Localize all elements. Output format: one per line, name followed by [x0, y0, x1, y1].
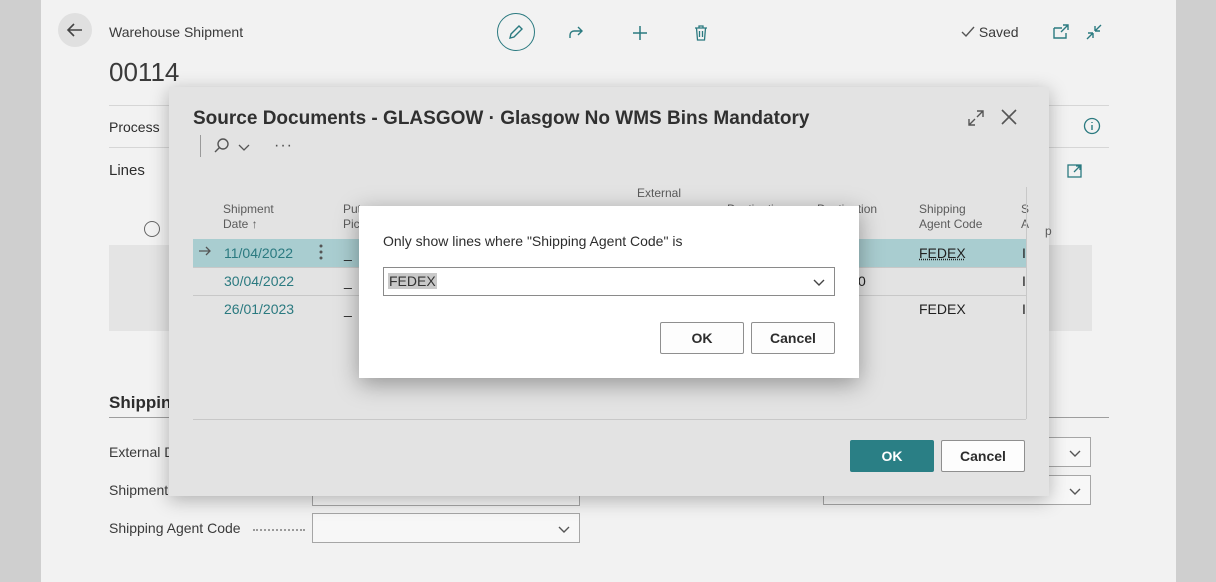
- toolbar-separator: [200, 135, 201, 157]
- col-header-shipment-date[interactable]: Shipment Date ↑: [223, 202, 274, 232]
- search-icon[interactable]: [213, 137, 231, 155]
- page-title: 00114: [109, 57, 180, 87]
- filter-prompt: Only show lines where "Shipping Agent Co…: [383, 233, 683, 249]
- share-button[interactable]: [557, 14, 595, 52]
- row-actions-button[interactable]: [319, 244, 327, 262]
- filter-value-select[interactable]: FEDEX: [383, 267, 835, 296]
- lines-heading: Lines: [109, 162, 145, 179]
- saved-label: Saved: [978, 24, 1019, 40]
- back-button[interactable]: [58, 13, 92, 47]
- pencil-icon: [509, 25, 523, 39]
- more-options-button[interactable]: ···: [274, 137, 293, 155]
- info-icon[interactable]: [1083, 117, 1101, 135]
- shipping-agent-code-label: Shipping Agent Code: [109, 520, 241, 536]
- expand-icon[interactable]: [967, 109, 985, 127]
- open-in-new-window-icon[interactable]: [1051, 22, 1071, 42]
- collapse-icon[interactable]: [1084, 22, 1104, 42]
- cell-shipment-date[interactable]: 26/01/2023: [224, 301, 294, 317]
- delete-button[interactable]: [682, 14, 720, 52]
- share-icon: [569, 26, 583, 38]
- cancel-button[interactable]: Cancel: [941, 440, 1025, 472]
- edit-button[interactable]: [497, 13, 535, 51]
- chevron-down-icon[interactable]: [238, 142, 250, 154]
- cell-shipping-agent-code: FEDEX: [919, 301, 966, 317]
- tab-process[interactable]: Process: [109, 119, 160, 135]
- new-button[interactable]: [621, 14, 659, 52]
- external-doc-label: External D: [109, 444, 175, 460]
- col-header-shipping-agent-code[interactable]: Shipping Agent Code: [919, 202, 982, 232]
- cell-shipment-date[interactable]: 30/04/2022: [224, 273, 294, 289]
- field-leader-dots: [253, 529, 305, 531]
- shipping-agent-code-select[interactable]: [312, 513, 580, 543]
- shipping-section-heading: Shippin: [109, 393, 172, 412]
- col-header-partial[interactable]: S A: [1021, 202, 1029, 232]
- cell-partial-value: 0: [858, 273, 866, 289]
- chevron-down-icon: [813, 279, 825, 286]
- ok-button[interactable]: OK: [850, 440, 934, 472]
- expand-lines-icon[interactable]: [1066, 162, 1084, 180]
- vertical-ellipsis-icon: [319, 244, 323, 260]
- cell-put-pick: _: [344, 301, 352, 317]
- cell-shipping-agent-code: FEDEX: [919, 245, 966, 261]
- cell-put-pick: _: [344, 245, 352, 261]
- row-selected-arrow-icon: [198, 244, 212, 260]
- col-header-partial-2: p: [1045, 224, 1052, 238]
- grid-bottom-divider: [193, 419, 1026, 420]
- select-all-radio[interactable]: [144, 221, 160, 237]
- filter-ok-button[interactable]: OK: [660, 322, 744, 354]
- shipment-label: Shipment: [109, 482, 169, 498]
- breadcrumb: Warehouse Shipment: [109, 24, 244, 40]
- close-icon[interactable]: [999, 107, 1019, 127]
- filter-cancel-button[interactable]: Cancel: [751, 322, 835, 354]
- chevron-down-icon: [1069, 488, 1081, 495]
- filter-dialog: Only show lines where "Shipping Agent Co…: [359, 206, 859, 378]
- grid-scroll-edge: [1026, 187, 1027, 419]
- filter-value: FEDEX: [388, 273, 437, 289]
- chevron-down-icon: [558, 526, 570, 533]
- dialog-title: Source Documents - GLASGOW · Glasgow No …: [193, 108, 810, 129]
- trash-icon: [695, 25, 707, 41]
- arrow-left-icon: [66, 23, 82, 37]
- plus-icon: [633, 26, 647, 40]
- chevron-down-icon: [1069, 450, 1081, 457]
- col-header-external[interactable]: External: [637, 186, 681, 201]
- check-icon: [961, 26, 975, 38]
- cell-shipment-date[interactable]: 11/04/2022: [224, 245, 293, 261]
- cell-put-pick: _: [344, 273, 352, 289]
- saved-status: Saved: [961, 24, 1019, 40]
